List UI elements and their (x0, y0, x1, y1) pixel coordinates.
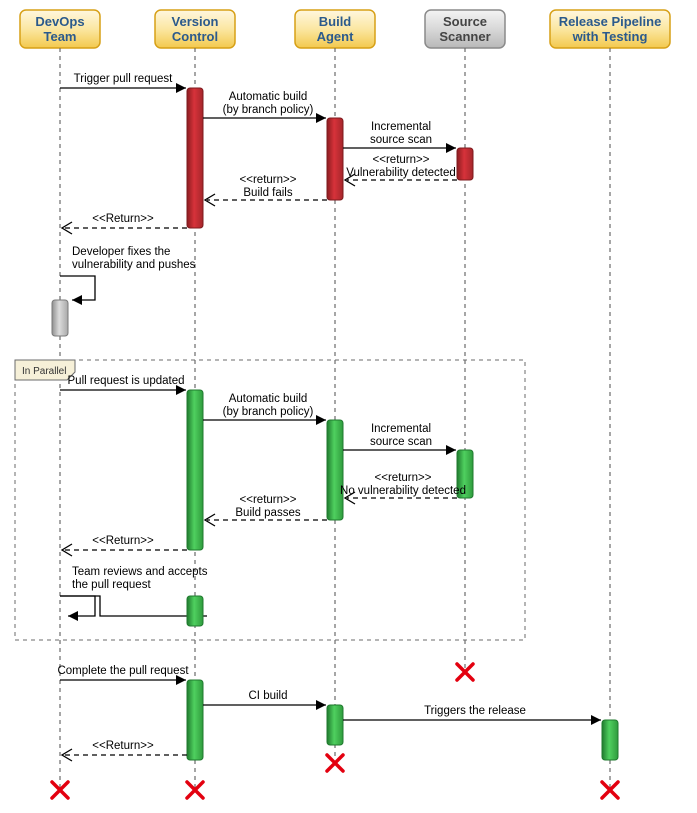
message-label: (by branch policy) (223, 406, 314, 418)
arrowhead-icon (72, 295, 82, 305)
message-label: Developer fixes the (72, 246, 170, 258)
message-label: the pull request (72, 579, 151, 591)
activation-bar (327, 420, 343, 520)
message-label: <<return>> (373, 154, 430, 166)
activation-bar (602, 720, 618, 760)
message-label: <<return>> (375, 472, 432, 484)
message-label: source scan (370, 436, 432, 448)
self-arrow (60, 596, 207, 616)
activation-bar (52, 300, 68, 336)
participant-label: Scanner (439, 29, 490, 44)
message-label: Automatic build (229, 91, 308, 103)
participant-release: Release Pipeline with Testing (550, 10, 670, 48)
participant-label: Release Pipeline (559, 14, 662, 29)
terminate-icon (327, 755, 343, 771)
message-label: CI build (249, 690, 288, 702)
message-label: <<Return>> (92, 535, 154, 547)
activation-bar (457, 148, 473, 180)
activation-bar (187, 390, 203, 550)
message-label: Team reviews and accepts (72, 566, 208, 578)
arrowhead-icon (316, 700, 326, 710)
message-label: Automatic build (229, 393, 308, 405)
message-label: Build passes (235, 507, 300, 519)
message-label: vulnerability and pushes (72, 259, 196, 271)
participant-label: Source (443, 14, 487, 29)
message-label: Incremental (371, 423, 431, 435)
message-label: Pull request is updated (68, 375, 185, 387)
participant-devops: DevOps Team (20, 10, 100, 48)
message-label: Vulnerability detected (346, 167, 456, 179)
arrowhead-icon (446, 445, 456, 455)
message-label: (by branch policy) (223, 104, 314, 116)
arrowhead-icon (316, 113, 326, 123)
arrowhead-icon (176, 83, 186, 93)
self-arrow (60, 276, 95, 300)
participant-label: Build (319, 14, 352, 29)
participant-label: Version (172, 14, 219, 29)
message-label: <<Return>> (92, 213, 154, 225)
message-label: Complete the pull request (57, 665, 189, 677)
activation-bar (327, 705, 343, 745)
message-label: <<Return>> (92, 740, 154, 752)
message-label: No vulnerability detected (340, 485, 466, 497)
message-label: source scan (370, 134, 432, 146)
arrowhead-icon (68, 611, 78, 621)
fragment-label: In Parallel (22, 366, 66, 377)
arrowhead-icon (316, 415, 326, 425)
message-label: Incremental (371, 121, 431, 133)
participant-scanner: Source Scanner (425, 10, 505, 48)
message-label: Build fails (243, 187, 292, 199)
participant-label: DevOps (35, 14, 84, 29)
activation-bar (187, 88, 203, 228)
arrowhead-icon (591, 715, 601, 725)
participant-label: Control (172, 29, 218, 44)
message-label: Triggers the release (424, 705, 526, 717)
activation-bar (327, 118, 343, 200)
participant-label: Team (44, 29, 77, 44)
participant-vcs: Version Control (155, 10, 235, 48)
message-label: <<return>> (240, 174, 297, 186)
arrowhead-icon (446, 143, 456, 153)
participant-label: with Testing (572, 29, 648, 44)
sequence-diagram: DevOps Team Version Control Build Agent … (0, 0, 697, 813)
participant-build: Build Agent (295, 10, 375, 48)
participant-label: Agent (317, 29, 355, 44)
activation-bar (187, 596, 203, 626)
message-label: Trigger pull request (74, 73, 173, 85)
activation-bar (187, 680, 203, 760)
message-label: <<return>> (240, 494, 297, 506)
